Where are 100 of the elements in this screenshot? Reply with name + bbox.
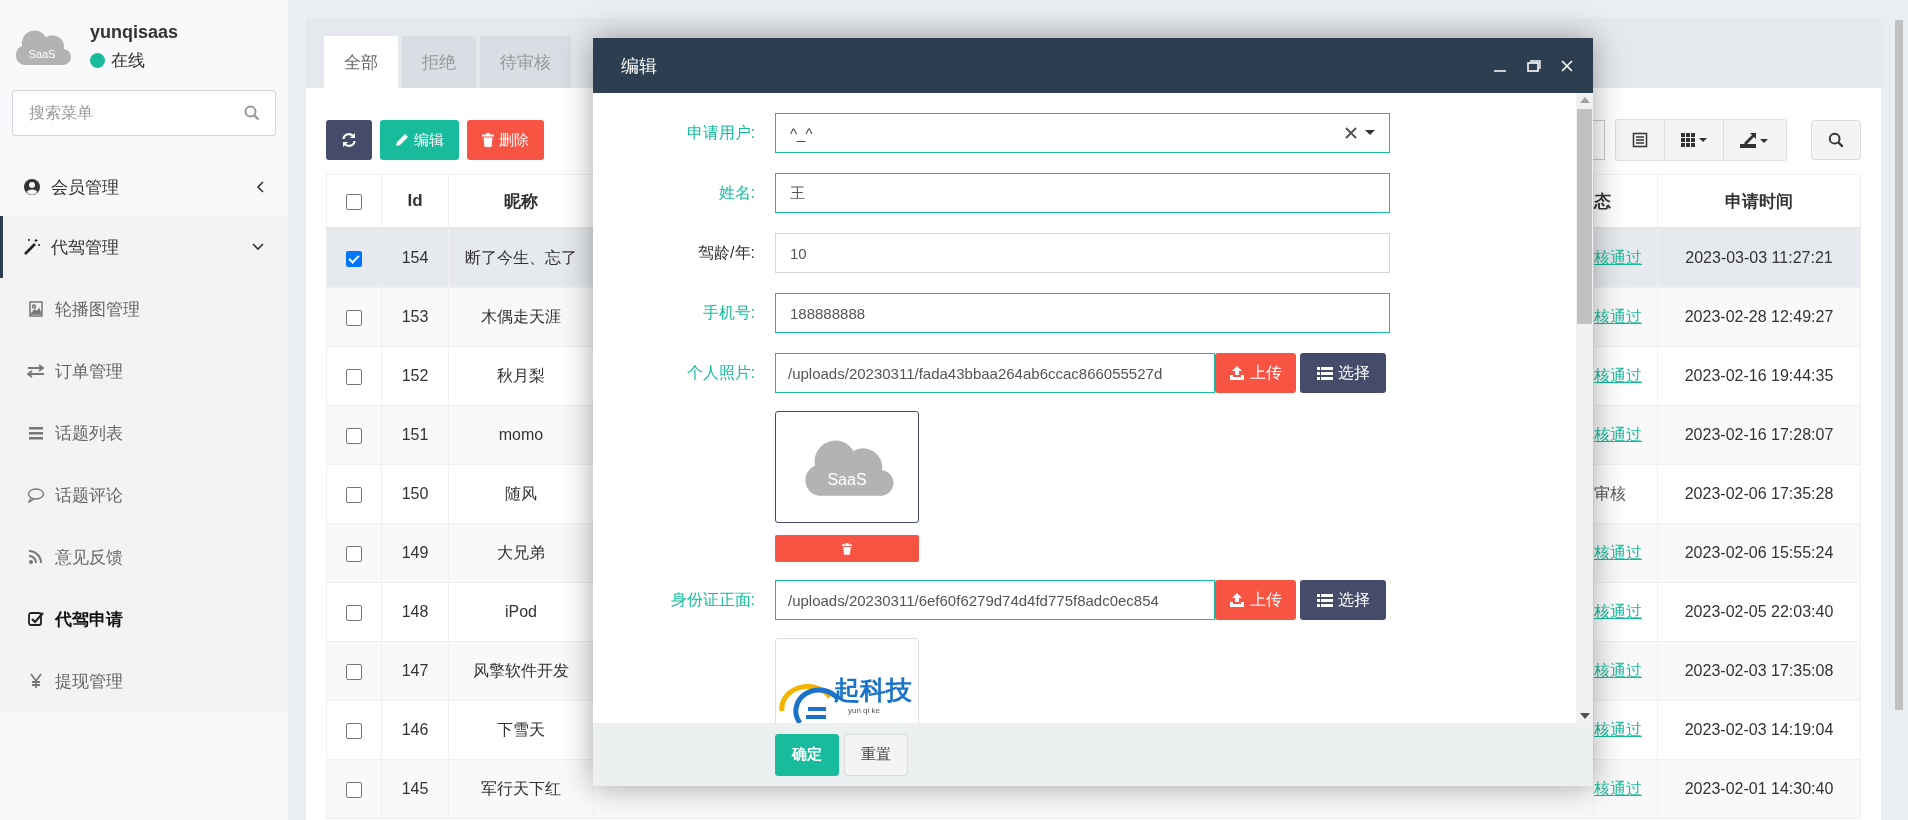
search-button[interactable] xyxy=(1811,120,1861,160)
submenu-item[interactable]: 代驾申请 xyxy=(0,588,288,650)
table-cell: 下雪天 xyxy=(497,720,545,738)
scroll-down-icon[interactable] xyxy=(1579,713,1590,719)
rss-icon xyxy=(27,549,45,565)
magic-wand-icon xyxy=(23,238,41,256)
table-cell: 150 xyxy=(401,485,429,502)
row-checkbox[interactable] xyxy=(346,427,362,444)
row-checkbox[interactable] xyxy=(346,663,362,680)
select-all-checkbox[interactable] xyxy=(346,193,362,210)
image-icon xyxy=(27,301,45,317)
row-checkbox[interactable] xyxy=(346,309,362,326)
table-cell: 2023-02-06 17:35:28 xyxy=(1684,485,1834,502)
table-cell: 2023-02-28 12:49:27 xyxy=(1684,308,1834,325)
submenu-item[interactable]: 提现管理 xyxy=(0,650,288,712)
upload-button[interactable]: 上传 xyxy=(1215,580,1296,620)
upload-icon xyxy=(1229,593,1245,607)
checkbox-icon xyxy=(27,611,45,627)
submenu-item[interactable]: 话题列表 xyxy=(0,402,288,464)
table-cell: 154 xyxy=(401,249,429,266)
table-cell: 146 xyxy=(401,721,429,738)
file-path-field[interactable]: /uploads/20230311/6ef60f6279d74d4fd775f8adc0ec854 xyxy=(775,580,1215,620)
yen-icon xyxy=(27,673,45,689)
row-checkbox[interactable] xyxy=(346,368,362,385)
status-text: 核通过 xyxy=(1594,779,1642,797)
column-header: 申请时间 xyxy=(1725,191,1793,211)
input-field[interactable]: 王 xyxy=(775,173,1390,213)
export-icon xyxy=(1740,132,1770,148)
row-checkbox[interactable] xyxy=(346,604,362,621)
row-checkbox[interactable] xyxy=(346,250,362,267)
maximize-icon[interactable] xyxy=(1527,58,1541,73)
brand-logo: 起科技 yun qi ke xyxy=(778,659,916,723)
scroll-up-icon[interactable] xyxy=(1579,97,1590,103)
row-checkbox[interactable] xyxy=(346,781,362,798)
list-icon xyxy=(1316,593,1333,607)
table-cell: iPod xyxy=(505,603,537,620)
upload-button[interactable]: 上传 xyxy=(1215,353,1296,393)
column-header: Id xyxy=(407,191,423,210)
table-cell: 风擎软件开发 xyxy=(473,661,569,679)
status-text: 审核 xyxy=(1594,484,1626,502)
table-cell: 2023-02-01 14:30:40 xyxy=(1684,780,1834,797)
clear-icon[interactable] xyxy=(1345,127,1357,139)
caret-icon xyxy=(1365,130,1375,136)
reset-button[interactable]: 重置 xyxy=(844,733,908,776)
columns-button[interactable] xyxy=(1665,120,1724,160)
user-select[interactable]: ^_^ xyxy=(775,113,1390,153)
user-status: 在线 xyxy=(111,50,145,72)
submenu-item[interactable]: 轮播图管理 xyxy=(0,278,288,340)
table-cell: 2023-02-05 22:03:40 xyxy=(1684,603,1834,620)
field-label: 手机号: xyxy=(701,302,755,323)
view-toggle-button[interactable] xyxy=(1616,120,1665,160)
submenu-item[interactable]: 话题评论 xyxy=(0,464,288,526)
list-icon xyxy=(27,425,45,441)
table-cell: 2023-02-03 17:35:08 xyxy=(1684,662,1834,679)
input-field[interactable]: 188888888 xyxy=(775,293,1390,333)
field-label: 姓名: xyxy=(717,182,755,203)
input-field[interactable]: 10 xyxy=(775,233,1390,273)
field-label: 申请用户: xyxy=(685,122,755,143)
grid-icon xyxy=(1681,133,1707,147)
search-icon xyxy=(244,105,260,121)
table-cell: 147 xyxy=(401,662,429,679)
user-circle-icon xyxy=(23,178,41,196)
table-cell: 2023-03-03 11:27:21 xyxy=(1685,249,1833,266)
table-cell: momo xyxy=(498,426,544,443)
export-button[interactable] xyxy=(1724,120,1786,160)
search-icon xyxy=(1828,131,1844,149)
upload-icon xyxy=(1229,366,1245,380)
table-cell: 2023-02-06 15:55:24 xyxy=(1684,544,1834,561)
list-icon xyxy=(1316,366,1333,380)
menu-item[interactable]: 会员管理 xyxy=(0,158,288,216)
page-scrollbar[interactable] xyxy=(1895,20,1903,710)
row-checkbox[interactable] xyxy=(346,722,362,739)
table-cell: 145 xyxy=(401,780,429,797)
choose-button[interactable]: 选择 xyxy=(1300,353,1386,393)
row-checkbox[interactable] xyxy=(346,545,362,562)
submenu-item[interactable]: 意见反馈 xyxy=(0,526,288,588)
list-view-icon xyxy=(1632,132,1648,148)
status-text: 核通过 xyxy=(1594,307,1642,325)
file-path-field[interactable]: /uploads/20230311/fada43bbaa264ab6ccac866055527d xyxy=(775,353,1215,393)
table-cell: 随风 xyxy=(505,484,537,502)
status-text: 核通过 xyxy=(1594,661,1642,679)
user-name: yunqisaas xyxy=(90,22,179,43)
refresh-icon xyxy=(341,132,357,148)
table-cell: 军行天下红 xyxy=(481,779,561,797)
delete-button[interactable]: 删除 xyxy=(467,120,544,160)
status-text: 核通过 xyxy=(1594,425,1642,443)
row-checkbox[interactable] xyxy=(346,486,362,503)
table-cell: 木偶走天涯 xyxy=(481,307,561,325)
field-label: 身份证正面: xyxy=(669,589,755,610)
column-header: 态 xyxy=(1594,191,1611,211)
chevron-left-icon xyxy=(256,181,264,193)
close-icon[interactable] xyxy=(1561,59,1573,72)
menu-search-field[interactable]: 搜索菜单 xyxy=(12,90,276,136)
submenu-item[interactable]: 订单管理 xyxy=(0,340,288,402)
table-cell: 149 xyxy=(401,544,429,561)
pencil-icon xyxy=(395,133,409,147)
refresh-button[interactable] xyxy=(326,120,372,160)
tab[interactable]: 全部 xyxy=(324,36,398,88)
choose-button[interactable]: 选择 xyxy=(1300,580,1386,620)
dialog-scrollbar[interactable] xyxy=(1576,93,1593,723)
